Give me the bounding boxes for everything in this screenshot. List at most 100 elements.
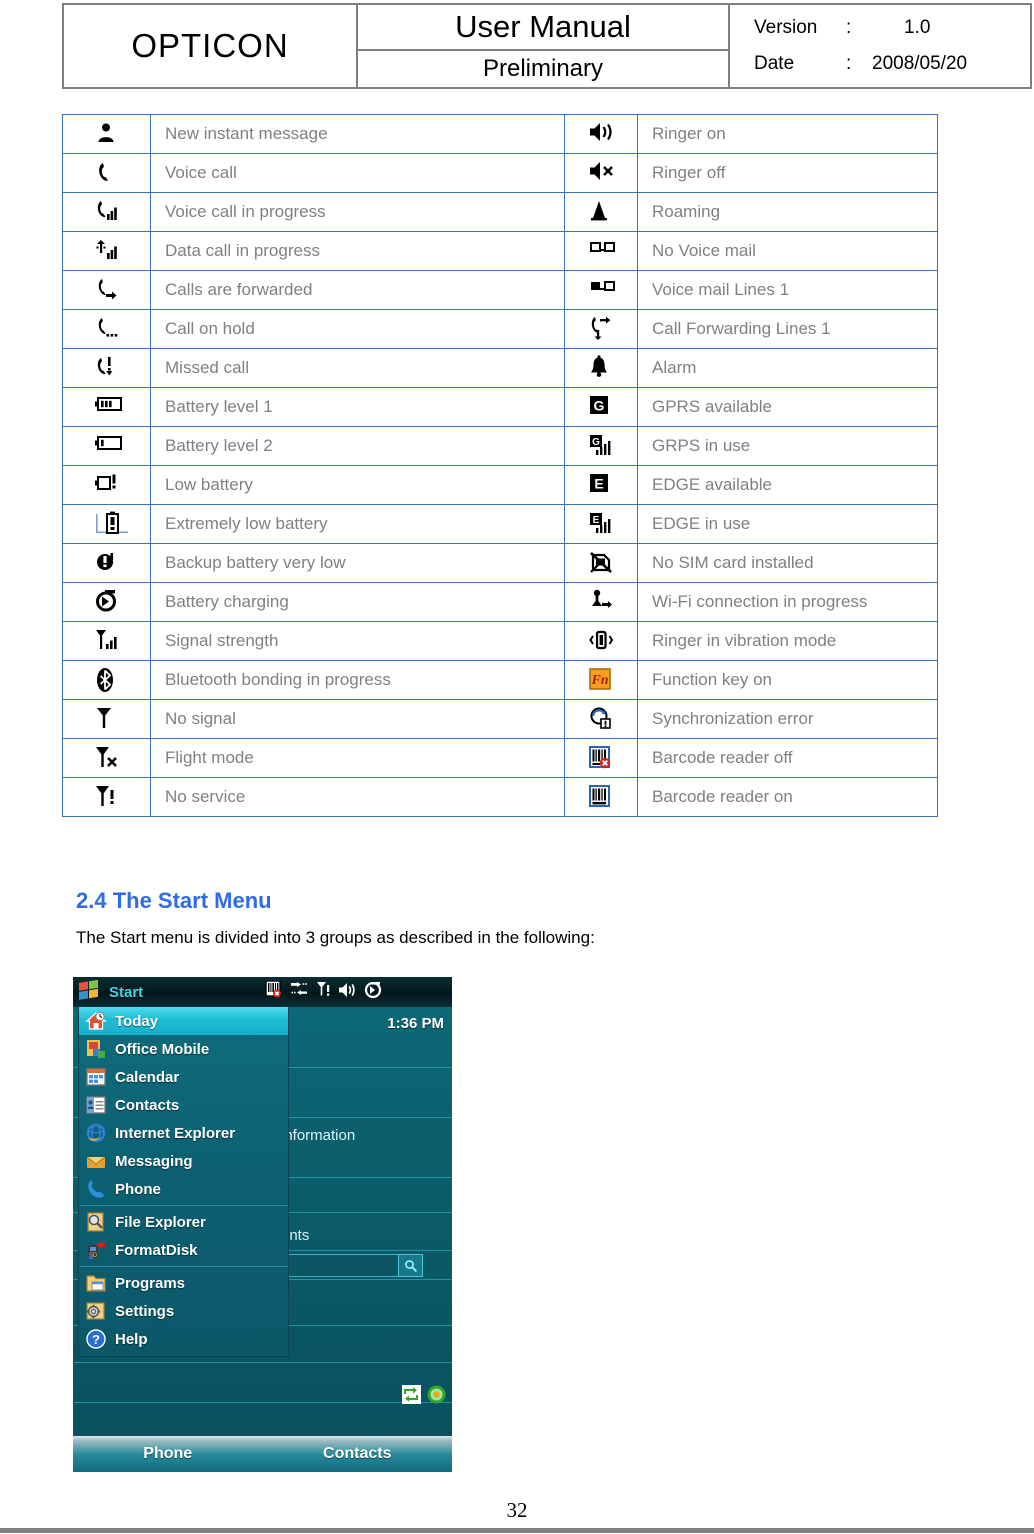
table-row: Calls are forwarded Voice mail Lines 1 — [62, 270, 938, 310]
section-body-text: The Start menu is divided into 3 groups … — [76, 928, 595, 947]
device-tray — [265, 980, 382, 1003]
svg-text:G: G — [592, 437, 600, 448]
flight-mode-icon — [62, 738, 151, 778]
footer-rule — [0, 1528, 1034, 1533]
no-signal-icon — [62, 699, 151, 739]
softkey-right[interactable]: Contacts — [263, 1445, 453, 1463]
start-menu-item-help[interactable]: ? Help — [79, 1325, 288, 1353]
start-menu-item-label: Contacts — [115, 1096, 180, 1114]
settings-gear-icon[interactable] — [427, 1385, 446, 1409]
alarm-icon — [564, 348, 638, 388]
start-menu-item-label: Settings — [115, 1302, 175, 1320]
icon-description: EDGE available — [637, 465, 938, 505]
start-menu-item-messaging[interactable]: Messaging — [79, 1147, 288, 1175]
ringer-on-icon[interactable] — [338, 982, 357, 1003]
start-menu-item-label: Programs — [115, 1274, 186, 1292]
no-voice-mail-icon — [564, 231, 638, 271]
status-icon-table: New instant message Ringer on Voice call Ri… — [62, 114, 938, 817]
svg-text:?: ? — [92, 1332, 100, 1347]
start-menu-group-separator — [79, 1205, 288, 1206]
table-row: Extremely low battery E EDGE in use — [62, 504, 938, 544]
start-menu-item-label: Internet Explorer — [115, 1124, 236, 1142]
date-label: Date — [754, 53, 795, 74]
document-title-cell: User Manual Preliminary — [358, 5, 730, 87]
icon-description: Call Forwarding Lines 1 — [637, 309, 938, 349]
start-menu-item-label: Help — [115, 1330, 148, 1348]
icon-description: Ringer in vibration mode — [637, 621, 938, 661]
table-row: No signal Synchronization error — [62, 699, 938, 739]
table-row: Battery level 2 G GRPS in use — [62, 426, 938, 466]
device-softkey-bar: Phone Contacts — [73, 1436, 452, 1472]
icon-description: Roaming — [637, 192, 938, 232]
table-row: Flight mode Barcode reader off — [62, 738, 938, 778]
icon-description: Alarm — [637, 348, 938, 388]
page-header: OPTICON User Manual Preliminary Version … — [62, 3, 1032, 89]
office-mobile-icon — [85, 1038, 107, 1060]
version-row: Version : 1.0 — [754, 10, 1030, 46]
icon-description: Bluetooth bonding in progress — [150, 660, 565, 700]
connectivity-icon[interactable] — [289, 982, 309, 1002]
messaging-icon — [85, 1150, 107, 1172]
table-row: New instant message Ringer on — [62, 114, 938, 154]
document-subtitle: Preliminary — [482, 54, 604, 82]
start-menu-item-office-mobile[interactable]: Office Mobile — [79, 1035, 288, 1063]
low-battery-icon — [62, 465, 151, 505]
gprs-in-use-icon: G — [564, 426, 638, 466]
start-menu-item-programs[interactable]: Programs — [79, 1269, 288, 1297]
table-row: Missed call Alarm — [62, 348, 938, 388]
icon-description: No Voice mail — [637, 231, 938, 271]
table-row: Bluetooth bonding in progress Fn Function … — [62, 660, 938, 700]
icon-description: Voice call — [150, 153, 565, 193]
start-menu-item-label: Messaging — [115, 1152, 193, 1170]
device-screenshot: 1:36 PM information ents Start Today Off… — [73, 977, 452, 1472]
icon-description: Barcode reader on — [637, 777, 938, 817]
no-service-icon[interactable] — [316, 981, 331, 1003]
start-menu-item-contacts[interactable]: Contacts — [79, 1091, 288, 1119]
search-icon[interactable] — [398, 1254, 423, 1277]
today-owner-info-text: information — [281, 1127, 356, 1144]
start-menu-item-label: Office Mobile — [115, 1040, 210, 1058]
start-menu-item-phone[interactable]: Phone — [79, 1175, 288, 1203]
file-explorer-icon — [85, 1211, 107, 1233]
table-row: Battery charging Wi-Fi connection in prog… — [62, 582, 938, 622]
company-logo-cell: OPTICON — [64, 5, 358, 87]
table-row: No service Barcode reader on — [62, 777, 938, 817]
barcode-reader-on-icon — [564, 777, 638, 817]
battery-charging-icon[interactable] — [364, 981, 382, 1003]
device-titlebar: Start — [73, 977, 452, 1007]
edge-in-use-icon: E — [564, 504, 638, 544]
help-icon: ? — [85, 1328, 107, 1350]
today-tray-icons — [402, 1385, 446, 1409]
icon-description: GPRS available — [637, 387, 938, 427]
icon-description: Synchronization error — [637, 699, 938, 739]
softkey-left[interactable]: Phone — [73, 1445, 263, 1463]
table-row: Call on hold Call Forwarding Lines 1 — [62, 309, 938, 349]
icon-description: No SIM card installed — [637, 543, 938, 583]
company-name: OPTICON — [131, 27, 289, 64]
icon-description: No service — [150, 777, 565, 817]
voice-mail-lines-icon — [564, 270, 638, 310]
table-row: Backup battery very low No SIM card insta… — [62, 543, 938, 583]
vibration-mode-icon — [564, 621, 638, 661]
start-menu-item-internet-explorer[interactable]: Internet Explorer — [79, 1119, 288, 1147]
start-menu-item-formatdisk[interactable]: SD FormatDisk — [79, 1236, 288, 1264]
svg-text:E: E — [594, 476, 603, 492]
start-menu-panel[interactable]: Today Office Mobile Calendar Contacts Intern… — [78, 1007, 289, 1357]
start-menu-item-today[interactable]: Today — [79, 1007, 288, 1035]
sync-icon[interactable] — [402, 1385, 421, 1409]
icon-description: Battery level 1 — [150, 387, 565, 427]
start-menu-item-calendar[interactable]: Calendar — [79, 1063, 288, 1091]
icon-description: Ringer off — [637, 153, 938, 193]
svg-text:E: E — [593, 515, 600, 526]
barcode-reader-off-icon[interactable] — [265, 980, 282, 1003]
format-disk-icon: SD — [85, 1239, 107, 1261]
icon-description: Backup battery very low — [150, 543, 565, 583]
call-on-hold-icon — [62, 309, 151, 349]
start-menu-item-settings[interactable]: Settings — [79, 1297, 288, 1325]
start-menu-item-label: Today — [115, 1012, 159, 1030]
windows-flag-icon[interactable] — [78, 979, 100, 1005]
start-button-label[interactable]: Start — [109, 984, 143, 1001]
start-menu-item-file-explorer[interactable]: File Explorer — [79, 1208, 288, 1236]
start-menu-item-label: Calendar — [115, 1068, 180, 1086]
icon-description: Call on hold — [150, 309, 565, 349]
